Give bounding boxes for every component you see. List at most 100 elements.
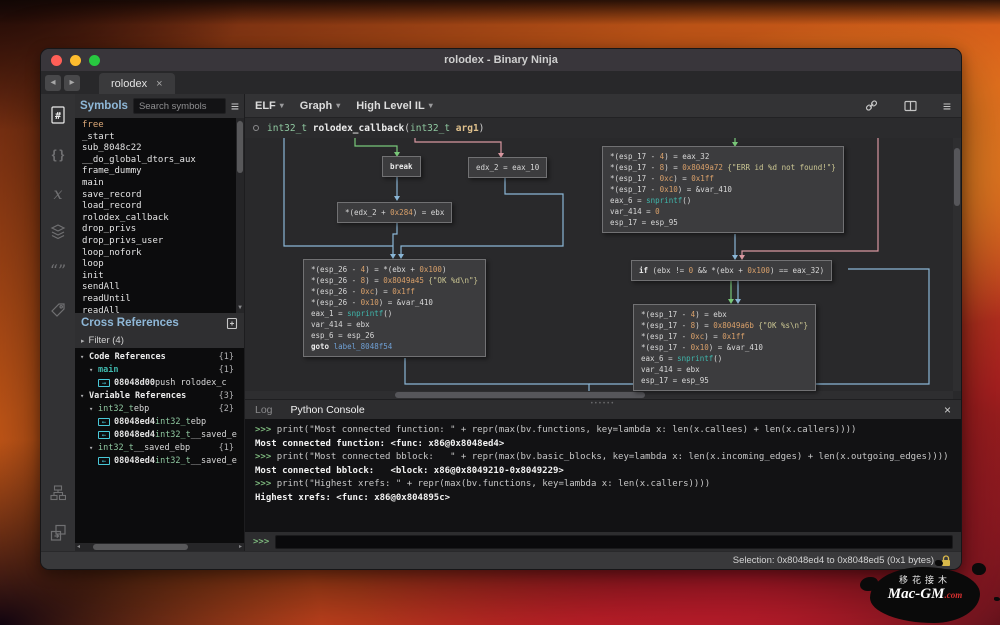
xrefs-filter-row[interactable]: ▸ Filter (4) (75, 333, 244, 348)
block-ok-d[interactable]: *(esp_26 - 4) = *(ebx + 0x100)*(esp_26 -… (303, 259, 486, 357)
symbol-item[interactable]: __do_global_dtors_aux (82, 155, 244, 167)
xrefs-panel-icon[interactable] (45, 517, 71, 547)
xref-row[interactable]: ▾main{1} (75, 363, 244, 376)
block-break[interactable]: break (382, 156, 421, 177)
twisty-icon[interactable]: ▾ (89, 366, 98, 374)
minimize-window-button[interactable] (70, 55, 81, 66)
tab-close-icon[interactable]: × (156, 78, 162, 90)
caret-down-icon: ▾ (280, 101, 284, 110)
tab-log[interactable]: Log (255, 404, 273, 416)
console-line: >>> print("Highest xrefs: " + repr(max(b… (255, 478, 951, 492)
symbol-item[interactable]: readUntil (82, 294, 244, 306)
graph-vscrollbar[interactable] (953, 138, 961, 391)
tab-rolodex[interactable]: rolodex × (99, 73, 175, 94)
console-output[interactable]: >>> print("Most connected function: " + … (245, 419, 961, 532)
variables-icon[interactable]: x (45, 178, 71, 208)
xref-row[interactable]: ▾int32_t ebp{2} (75, 402, 244, 415)
symbol-item[interactable]: free (82, 120, 244, 132)
scroll-down-icon[interactable]: ▼ (236, 302, 244, 313)
xref-row[interactable]: ←08048ed4 int32_t __saved_e (75, 428, 244, 441)
stack-icon[interactable] (45, 217, 71, 247)
menu-il-level[interactable]: High Level IL▾ (356, 100, 432, 112)
symbol-item[interactable]: sendAll (82, 282, 244, 294)
console-line: Most connected bblock: <block: x86@0x804… (255, 465, 951, 479)
symbol-item[interactable]: save_record (82, 190, 244, 202)
symbol-item[interactable]: _start (82, 132, 244, 144)
xref-row[interactable]: ▾Code References{1} (75, 350, 244, 363)
status-bar: Selection: 0x8048ed4 to 0x8048ed5 (0x1 b… (41, 551, 961, 569)
mini-graph-icon[interactable] (45, 478, 71, 508)
block-if[interactable]: if (ebx != 0 && *(ebx + 0x100) == eax_32… (631, 260, 832, 281)
xref-row[interactable]: ▾int32_t __saved_ebp{1} (75, 441, 244, 454)
link-icon[interactable] (865, 99, 878, 112)
symbols-icon[interactable]: # (45, 100, 71, 130)
twisty-icon[interactable]: ▾ (89, 444, 98, 452)
forward-button[interactable]: ▸ (64, 75, 80, 91)
console-input[interactable] (275, 535, 953, 549)
xref-in-icon: ← (98, 457, 110, 465)
symbol-item[interactable]: drop_privs_user (82, 236, 244, 248)
main-view: ELF▾ Graph▾ High Level IL▾ (245, 94, 961, 551)
block-store[interactable]: *(edx_2 + 0x284) = ebx (337, 202, 452, 223)
xref-row[interactable]: ▾Variable References{3} (75, 389, 244, 402)
symbol-item[interactable]: load_record (82, 201, 244, 213)
twisty-icon[interactable]: ▾ (80, 392, 89, 400)
tags-icon[interactable] (45, 295, 71, 325)
close-window-button[interactable] (51, 55, 62, 66)
zoom-window-button[interactable] (89, 55, 100, 66)
binary-ninja-window: rolodex - Binary Ninja ◂ ▸ rolodex × # {… (40, 48, 962, 570)
twisty-icon[interactable]: ▾ (89, 405, 98, 413)
strings-icon[interactable]: “” (45, 256, 71, 286)
symbol-item[interactable]: rolodex_callback (82, 213, 244, 225)
block-ok-s[interactable]: *(esp_17 - 4) = ebx*(esp_17 - 8) = 0x804… (633, 304, 816, 391)
symbol-item[interactable]: init (82, 271, 244, 283)
function-signature-bar[interactable]: int32_t rolodex_callback(int32_t arg1) (245, 118, 961, 138)
symbol-item[interactable]: loop_nofork (82, 248, 244, 260)
console-close-icon[interactable]: × (944, 403, 951, 417)
view-menu-icon[interactable]: ≡ (943, 98, 951, 114)
twisty-icon[interactable]: ▾ (80, 353, 89, 361)
watermark-line1: 移花接木 (870, 573, 980, 586)
xref-row[interactable]: →08048d00 push rolodex_c (75, 376, 244, 389)
watermark: 移花接木 Mac-GM.com (856, 563, 994, 625)
tab-label: rolodex (111, 78, 147, 90)
block-edx2[interactable]: edx_2 = eax_10 (468, 157, 547, 178)
symbols-menu-icon[interactable]: ≡ (231, 99, 239, 113)
selection-status: Selection: 0x8048ed4 to 0x8048ed5 (0x1 b… (733, 555, 934, 566)
symbol-item[interactable]: readAll (82, 306, 244, 314)
title-bar[interactable]: rolodex - Binary Ninja (41, 49, 961, 71)
types-icon[interactable]: { } (45, 139, 71, 169)
search-input[interactable] (133, 98, 226, 114)
gutter-dot-icon (253, 125, 259, 131)
symbol-item[interactable]: drop_privs (82, 224, 244, 236)
lock-icon[interactable] (941, 555, 951, 567)
panel-resize-handle[interactable]: •••••• (591, 401, 616, 407)
console-panel: •••••• Log Python Console × >>> print("M… (245, 399, 961, 551)
back-button[interactable]: ◂ (45, 75, 61, 91)
console-input-row: >>> (245, 532, 961, 551)
new-pane-icon[interactable] (226, 317, 238, 330)
twisty-icon[interactable]: ▸ (81, 337, 85, 345)
symbol-item[interactable]: loop (82, 259, 244, 271)
block-err[interactable]: *(esp_17 - 4) = eax_32*(esp_17 - 8) = 0x… (602, 146, 844, 233)
xrefs-tree: ▾Code References{1}▾main{1}→08048d00 pus… (75, 348, 244, 543)
split-view-icon[interactable] (904, 100, 917, 112)
symbol-item[interactable]: frame_dummy (82, 166, 244, 178)
xref-in-icon: ← (98, 418, 110, 426)
view-toolbar: ELF▾ Graph▾ High Level IL▾ (245, 94, 961, 118)
menu-elf[interactable]: ELF▾ (255, 100, 284, 112)
symbols-scrollbar[interactable]: ▲ ▼ (236, 118, 244, 313)
symbol-item[interactable]: main (82, 178, 244, 190)
symbol-item[interactable]: sub_8048c22 (82, 143, 244, 155)
xrefs-hscrollbar[interactable]: ◂ ▸ (75, 543, 244, 551)
scroll-left-icon[interactable]: ◂ (77, 543, 80, 551)
xref-row[interactable]: ←08048ed4 int32_t ebp (75, 415, 244, 428)
graph-hscrollbar[interactable] (245, 391, 953, 399)
tab-python-console[interactable]: Python Console (291, 404, 365, 416)
console-line: >>> print("Most connected bblock: " + re… (255, 451, 951, 465)
scroll-right-icon[interactable]: ▸ (239, 543, 242, 551)
graph-view[interactable]: break edx_2 = eax_10 *(edx_2 + 0x284) = eb… (245, 138, 961, 399)
xref-row[interactable]: ←08048ed4 int32_t __saved_e (75, 454, 244, 467)
xref-out-icon: → (98, 379, 110, 387)
menu-graph[interactable]: Graph▾ (300, 100, 340, 112)
